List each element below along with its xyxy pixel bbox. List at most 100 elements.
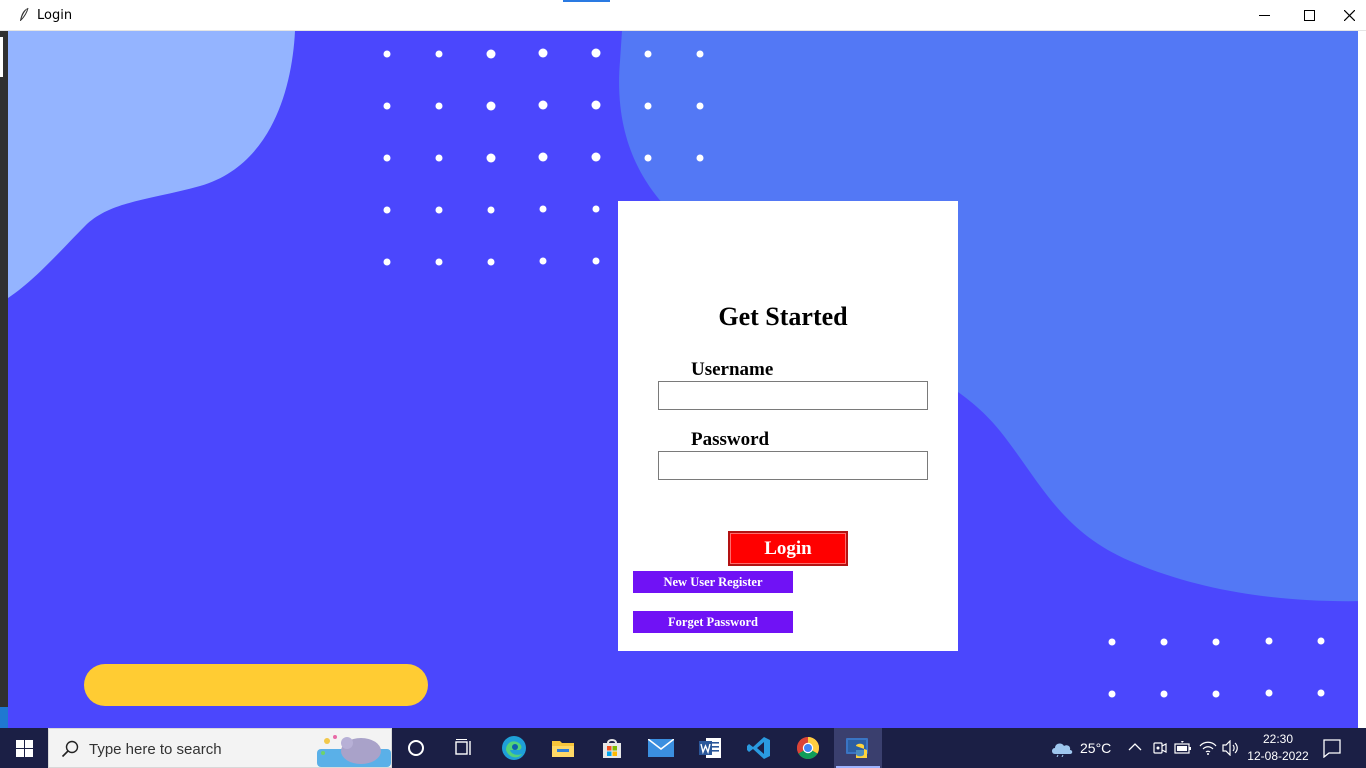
dot — [1212, 690, 1220, 698]
mail-icon — [648, 739, 674, 757]
file-explorer-icon — [552, 741, 574, 757]
decorative-pill — [84, 664, 428, 706]
meet-now-icon[interactable] — [1151, 740, 1167, 756]
dot — [486, 153, 496, 163]
dot — [538, 100, 548, 110]
dot — [1212, 638, 1220, 646]
dot — [591, 152, 601, 162]
dot — [487, 206, 495, 214]
cortana-button[interactable] — [392, 728, 440, 768]
taskbar: Type here to search 25°C 22:30 12-08-202… — [0, 728, 1366, 768]
weather-widget[interactable]: 25°C — [1050, 728, 1111, 768]
dot — [1265, 637, 1273, 645]
dot — [486, 49, 496, 59]
dot — [383, 50, 391, 58]
dot — [538, 48, 548, 58]
maximize-button[interactable] — [1286, 0, 1332, 30]
dot — [486, 101, 496, 111]
dot — [1317, 689, 1325, 697]
search-highlight-illustration — [317, 735, 391, 767]
dot — [1160, 690, 1168, 698]
edge-button[interactable] — [490, 728, 538, 768]
dot — [696, 102, 704, 110]
dot — [592, 205, 600, 213]
chrome-icon — [797, 737, 819, 759]
minimize-button[interactable] — [1241, 0, 1287, 30]
dot — [644, 102, 652, 110]
card-title: Get Started — [718, 302, 848, 331]
dot — [383, 206, 391, 214]
weather-temperature: 25°C — [1080, 740, 1112, 756]
windows-icon — [15, 739, 33, 757]
start-button[interactable] — [0, 728, 48, 768]
clock-date: 12-08-2022 — [1247, 749, 1309, 763]
task-view-button[interactable] — [440, 728, 488, 768]
microsoft-store-icon — [603, 739, 621, 758]
window-title: Login — [37, 8, 73, 23]
wifi-icon[interactable] — [1199, 740, 1217, 756]
login-card: Get Started Username Password Login New … — [618, 201, 958, 651]
dot — [1108, 638, 1116, 646]
dot — [644, 50, 652, 58]
forget-password-button[interactable]: Forget Password — [633, 611, 793, 633]
dot — [538, 152, 548, 162]
dot — [644, 154, 652, 162]
dot — [435, 102, 443, 110]
close-icon — [1343, 9, 1355, 21]
mail-button[interactable] — [637, 728, 685, 768]
dot — [487, 258, 495, 266]
dot — [696, 50, 704, 58]
volume-icon[interactable] — [1222, 740, 1240, 756]
battery-icon[interactable] — [1174, 740, 1192, 756]
new-user-register-button[interactable]: New User Register — [633, 571, 793, 593]
dot — [1317, 637, 1325, 645]
feather-icon — [20, 7, 29, 21]
dot — [539, 205, 547, 213]
task-view-icon — [455, 739, 471, 755]
login-window: Get Started Username Password Login New … — [0, 31, 1366, 728]
dot — [1108, 690, 1116, 698]
password-field[interactable] — [658, 451, 928, 480]
dot — [1160, 638, 1168, 646]
dot — [383, 258, 391, 266]
microsoft-store-button[interactable] — [588, 728, 636, 768]
search-placeholder: Type here to search — [89, 741, 222, 758]
dot — [591, 100, 601, 110]
dot — [435, 154, 443, 162]
username-field[interactable] — [658, 381, 928, 410]
dot — [435, 50, 443, 58]
dot — [383, 102, 391, 110]
word-button[interactable] — [686, 728, 734, 768]
chrome-button[interactable] — [784, 728, 832, 768]
edge-icon — [502, 736, 526, 760]
python-icon — [846, 738, 868, 758]
dot — [591, 48, 601, 58]
dot — [435, 258, 443, 266]
username-label: Username — [691, 359, 774, 380]
left-blob — [0, 31, 295, 303]
file-explorer-button[interactable] — [539, 728, 587, 768]
right-edge — [1358, 31, 1366, 728]
cortana-icon — [408, 740, 424, 756]
chevron-up-icon[interactable] — [1128, 740, 1142, 754]
python-app-button[interactable] — [834, 728, 882, 768]
dot — [435, 206, 443, 214]
taskbar-search-box[interactable]: Type here to search — [48, 728, 392, 768]
dot — [592, 257, 600, 265]
vscode-icon — [747, 737, 770, 759]
maximize-icon — [1303, 9, 1315, 21]
login-button[interactable]: Login — [728, 531, 848, 566]
taskbar-clock[interactable]: 22:30 12-08-2022 — [1246, 731, 1310, 765]
left-edge — [0, 31, 8, 728]
vscode-button[interactable] — [735, 728, 783, 768]
minimize-icon — [1258, 14, 1270, 16]
titlebar-accent — [563, 0, 610, 2]
dot — [1265, 689, 1273, 697]
notification-icon[interactable] — [1322, 738, 1342, 758]
window-titlebar: Login — [0, 0, 1366, 31]
close-button[interactable] — [1332, 0, 1366, 30]
password-label: Password — [691, 429, 770, 450]
dot — [696, 154, 704, 162]
dot — [539, 257, 547, 265]
clock-time: 22:30 — [1262, 732, 1294, 746]
